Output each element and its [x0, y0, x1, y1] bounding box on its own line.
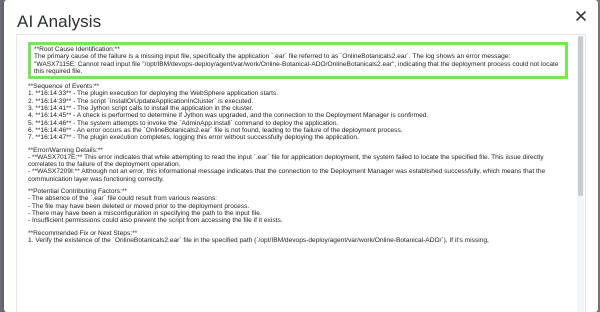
ai-analysis-dialog: AI Analysis **Root Cause Identification:…	[4, 0, 598, 312]
close-icon	[576, 11, 586, 21]
root-cause-text: **Root Cause Identification:** The prima…	[34, 46, 559, 75]
contributing-factors-section: **Potential Contributing Factors:** - Th…	[28, 188, 283, 225]
dialog-title: AI Analysis	[17, 12, 102, 31]
scrollbar-thumb[interactable]	[578, 36, 583, 196]
analysis-scroll-area[interactable]: **Root Cause Identification:** The prima…	[18, 36, 576, 312]
vertical-scrollbar[interactable]	[577, 36, 584, 312]
root-cause-highlight: **Root Cause Identification:** The prima…	[28, 42, 568, 80]
recommended-fix-section: **Recommended Fix or Next Steps:** 1. Ve…	[28, 229, 489, 244]
error-warning-details-section: **Error/Warning Details:** - **WASX7017E…	[28, 146, 546, 183]
sequence-of-events-section: **Sequence of Events:** 1. **16:14:33** …	[28, 83, 429, 142]
close-button[interactable]	[574, 9, 588, 23]
analysis-content-panel: **Root Cause Identification:** The prima…	[16, 34, 586, 312]
